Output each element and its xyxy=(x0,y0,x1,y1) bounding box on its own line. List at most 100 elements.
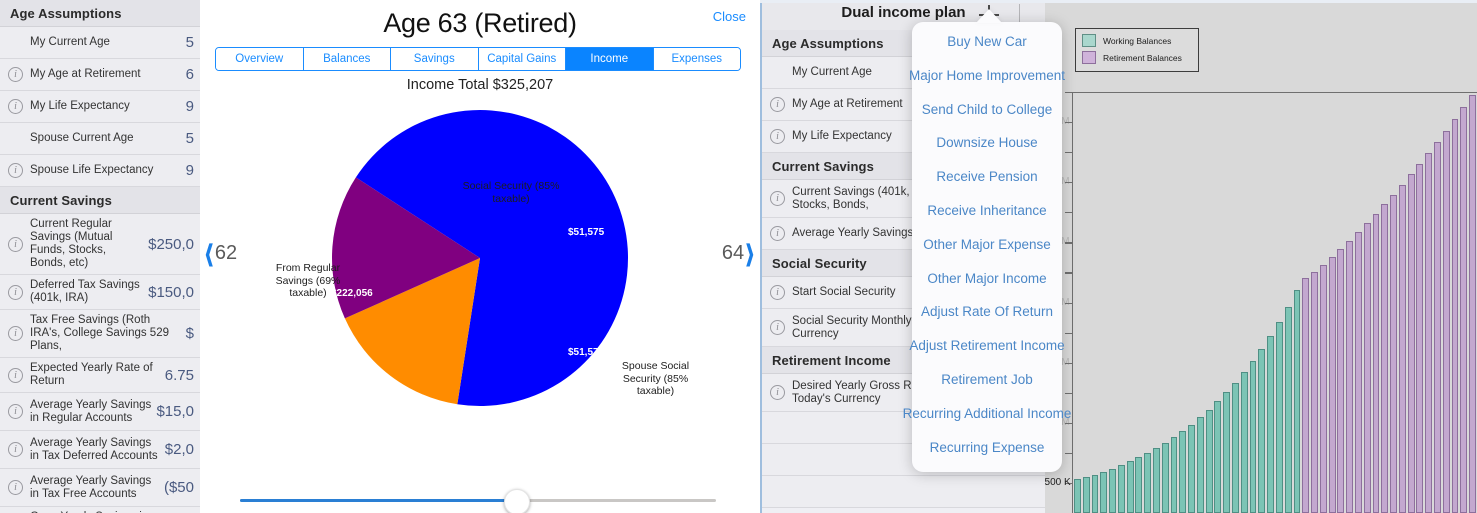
bar-retirement-1 xyxy=(1311,271,1318,513)
balances-bar-chart: $7 M$6.5 M$6 M$5.5 M$5 M$4.5 M$4 M$3.5 M… xyxy=(1045,14,1477,513)
info-icon[interactable]: i xyxy=(770,320,785,335)
tab-balances[interactable]: Balances xyxy=(303,48,391,70)
bar-retirement-17 xyxy=(1451,119,1459,513)
app-root: Age Assumptions My Current Age 5 i My Age at… xyxy=(0,0,1477,513)
info-icon[interactable]: i xyxy=(770,191,785,206)
settings-row-value[interactable]: 9 xyxy=(186,98,194,115)
bar-working-2 xyxy=(1091,474,1099,513)
bar-working-20 xyxy=(1249,360,1257,513)
age-detail-popover: Age 63 (Retired) Close Overview Balances S… xyxy=(200,0,760,513)
slider-thumb[interactable] xyxy=(504,489,530,513)
tab-overview[interactable]: Overview xyxy=(216,48,304,70)
info-icon[interactable]: i xyxy=(8,404,23,419)
bar-retirement-18 xyxy=(1460,107,1468,513)
bar-working-18 xyxy=(1232,382,1239,513)
menu-item-other-major-expense[interactable]: Other Major Expense xyxy=(870,237,1104,252)
bar-working-4 xyxy=(1109,468,1116,513)
tab-expenses[interactable]: Expenses xyxy=(653,48,740,70)
menu-item-recurring-expense[interactable]: Recurring Expense xyxy=(870,440,1104,455)
info-icon[interactable]: i xyxy=(770,385,785,400)
chevron-right-icon: ⟩ xyxy=(744,238,756,269)
settings-row[interactable]: iGrow Yearly Savings in Future by3.25 xyxy=(0,507,200,513)
info-icon[interactable]: i xyxy=(770,129,785,144)
settings-row-value[interactable]: 5 xyxy=(186,34,194,51)
y-tick xyxy=(1065,92,1073,94)
settings-row-value[interactable]: $ xyxy=(186,325,194,342)
settings-row[interactable]: i Spouse Life Expectancy 9 xyxy=(0,155,200,187)
menu-item-downsize-house[interactable]: Downsize House xyxy=(870,135,1104,150)
next-age-button[interactable]: 64 ⟩ xyxy=(722,238,756,269)
tab-savings[interactable]: Savings xyxy=(391,48,479,70)
info-icon[interactable]: i xyxy=(770,285,785,300)
bar-retirement-9 xyxy=(1381,204,1389,513)
settings-row[interactable]: i Tax Free Savings (Roth IRA's, College S… xyxy=(0,310,200,358)
pie-slice-label-spouse-social-security: Spouse Social Security (85% taxable) xyxy=(621,360,690,397)
bar-series xyxy=(1073,92,1477,513)
info-icon[interactable]: i xyxy=(770,226,785,241)
settings-row-value[interactable]: 6 xyxy=(186,66,194,83)
info-icon[interactable]: i xyxy=(8,284,23,300)
menu-item-send-child-to-college[interactable]: Send Child to College xyxy=(870,102,1104,117)
tab-capital-gains[interactable]: Capital Gains xyxy=(478,48,566,70)
y-tick xyxy=(1065,332,1073,334)
info-icon[interactable]: i xyxy=(8,99,23,114)
bar-working-21 xyxy=(1258,348,1266,513)
settings-row-value[interactable]: 6.75 xyxy=(165,367,194,384)
page-title: Age 63 (Retired) xyxy=(383,8,577,38)
menu-item-receive-inheritance[interactable]: Receive Inheritance xyxy=(870,203,1104,218)
tab-income[interactable]: Income xyxy=(566,48,654,70)
close-button[interactable]: Close xyxy=(713,9,746,24)
settings-row[interactable]: i My Age at Retirement 6 xyxy=(0,59,200,91)
settings-row[interactable]: i My Life Expectancy 9 xyxy=(0,91,200,123)
info-icon[interactable]: i xyxy=(8,163,23,178)
pie-slice-value-spouse-social-security: $51,575 xyxy=(568,347,605,358)
info-icon[interactable]: i xyxy=(8,442,23,457)
bar-retirement-11 xyxy=(1398,184,1406,513)
menu-item-buy-new-car[interactable]: Buy New Car xyxy=(870,34,1104,49)
settings-row-value[interactable]: $150,0 xyxy=(148,284,194,301)
bar-retirement-3 xyxy=(1328,256,1336,513)
bar-working-24 xyxy=(1284,306,1292,513)
info-icon[interactable]: i xyxy=(8,480,23,495)
info-icon[interactable]: i xyxy=(8,367,23,383)
y-tick xyxy=(1065,392,1073,394)
settings-row[interactable]: i Expected Yearly Rate of Return 6.75 xyxy=(0,358,200,393)
bar-retirement-6 xyxy=(1355,232,1362,513)
menu-item-retirement-job[interactable]: Retirement Job xyxy=(870,372,1104,387)
menu-item-adjust-retirement-income[interactable]: Adjust Retirement Income xyxy=(870,338,1104,353)
info-icon[interactable]: i xyxy=(8,67,23,82)
info-icon[interactable]: i xyxy=(8,236,23,252)
settings-row[interactable]: i Deferred Tax Savings (401k, IRA) $150,0 xyxy=(0,275,200,310)
bar-retirement-8 xyxy=(1372,214,1380,513)
tab-bar[interactable]: Overview Balances Savings Capital Gains Inco… xyxy=(215,47,741,71)
previous-age-label: 62 xyxy=(214,242,238,264)
add-event-popup-menu[interactable]: Buy New Car Major Home Improvement Send Ch… xyxy=(903,22,1071,472)
settings-row[interactable]: i Average Yearly Savings in Tax Deferred … xyxy=(0,431,200,469)
settings-row-label: Current Regular Savings (Mutual Funds, S… xyxy=(30,218,113,269)
info-icon[interactable]: i xyxy=(770,97,785,112)
previous-age-button[interactable]: ⟨ 62 xyxy=(203,241,238,267)
menu-item-receive-pension[interactable]: Receive Pension xyxy=(870,169,1104,184)
menu-item-recurring-additional-income[interactable]: Recurring Additional Income xyxy=(870,406,1104,421)
settings-row[interactable]: My Current Age 5 xyxy=(0,27,200,59)
age-slider[interactable] xyxy=(240,489,716,513)
info-icon[interactable]: i xyxy=(8,326,23,341)
settings-row-value[interactable]: 5 xyxy=(186,130,194,147)
section-header: Age Assumptions xyxy=(0,0,200,27)
settings-row[interactable]: Spouse Current Age 5 xyxy=(0,123,200,155)
settings-row-value[interactable]: $2,0 xyxy=(165,441,194,458)
bar-working-19 xyxy=(1240,372,1248,513)
settings-row-value[interactable]: $15,0 xyxy=(156,403,194,420)
settings-row[interactable]: i Average Yearly Savings in Tax Free Acco… xyxy=(0,469,200,507)
settings-row[interactable]: i Average Yearly Savings in Regular Accou… xyxy=(0,393,200,431)
menu-item-other-major-income[interactable]: Other Major Income xyxy=(870,271,1104,286)
settings-row-value[interactable]: 9 xyxy=(186,162,194,179)
settings-row[interactable]: i Current Regular Savings (Mutual Funds, … xyxy=(0,214,200,275)
menu-item-major-home-improvement[interactable]: Major Home Improvement xyxy=(870,68,1104,83)
bar-retirement-2 xyxy=(1319,264,1327,513)
settings-row-value[interactable]: ($50 xyxy=(164,479,194,496)
settings-row-label: Average Yearly Savings in Tax Deferred A… xyxy=(30,436,158,462)
menu-item-adjust-rate-of-return[interactable]: Adjust Rate Of Return xyxy=(870,304,1104,319)
settings-row-value[interactable]: $250,0 xyxy=(148,236,194,253)
